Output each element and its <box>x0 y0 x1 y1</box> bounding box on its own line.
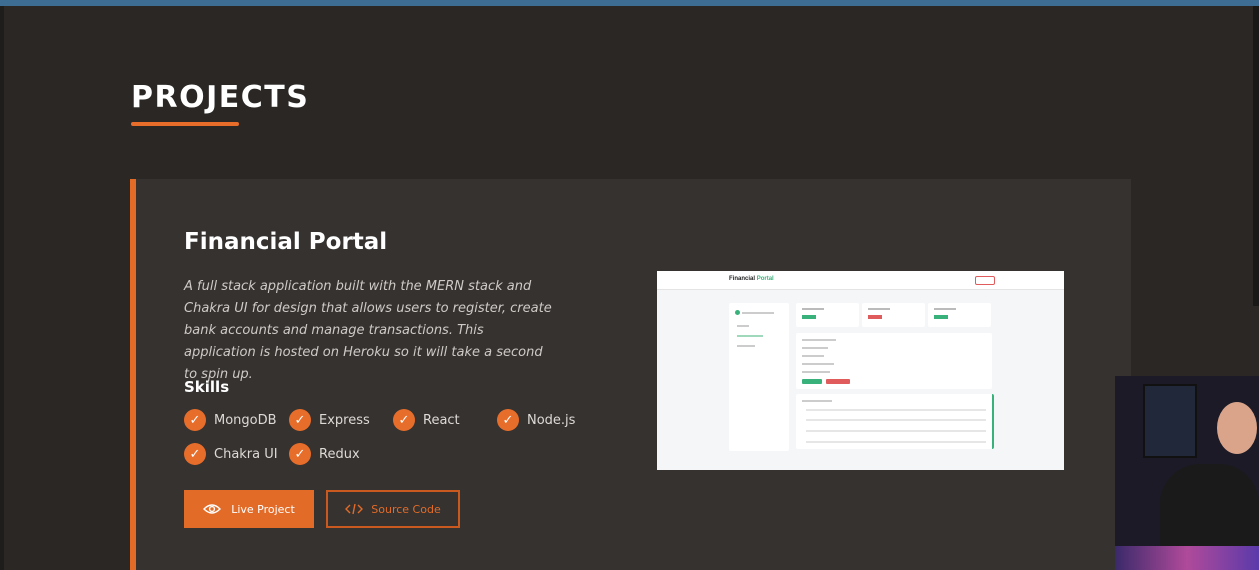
browser-top-bar <box>0 0 1259 6</box>
skill-item-react: ✓ React <box>393 409 460 431</box>
screenshot-transactions-panel <box>796 394 994 449</box>
eye-icon <box>203 504 222 514</box>
skill-label: Node.js <box>527 412 576 428</box>
skill-item-express: ✓ Express <box>289 409 370 431</box>
screenshot-header: Financial Portal <box>657 271 1064 290</box>
project-description: A full stack application built with the … <box>184 279 552 382</box>
screenshot-stat-card <box>862 303 925 327</box>
skill-item-chakra-ui: ✓ Chakra UI <box>184 443 278 465</box>
webcam-lighting <box>1115 546 1259 570</box>
screenshot-brand-first: Financial <box>729 276 756 282</box>
check-icon: ✓ <box>184 443 206 465</box>
screenshot-stat-card <box>928 303 991 327</box>
project-screenshot[interactable]: Financial Portal <box>657 271 1064 470</box>
skill-item-redux: ✓ Redux <box>289 443 360 465</box>
screenshot-sidebar-line <box>742 312 774 314</box>
screenshot-brand: Financial Portal <box>729 276 774 282</box>
section-title-underline <box>131 122 239 126</box>
skill-label: Redux <box>319 446 360 462</box>
screenshot-avatar <box>735 310 740 315</box>
webcam-overlay <box>1115 376 1259 546</box>
screenshot-brand-second: Portal <box>756 276 774 282</box>
source-code-label: Source Code <box>371 502 441 516</box>
webcam-poster <box>1143 384 1197 458</box>
screenshot-sidebar <box>729 303 789 451</box>
screenshot-logout-button <box>975 276 995 285</box>
screenshot-sidebar-line <box>737 325 749 327</box>
webcam-person <box>1160 464 1259 546</box>
source-code-button[interactable]: Source Code <box>326 490 460 528</box>
section-title: PROJECTS <box>131 80 310 115</box>
check-icon: ✓ <box>289 409 311 431</box>
skills-heading: Skills <box>184 378 230 396</box>
skill-label: MongoDB <box>214 412 277 428</box>
check-icon: ✓ <box>497 409 519 431</box>
window-left-edge <box>0 6 4 570</box>
check-icon: ✓ <box>393 409 415 431</box>
code-icon <box>345 503 364 515</box>
skill-item-nodejs: ✓ Node.js <box>497 409 575 431</box>
project-title: Financial Portal <box>184 229 388 255</box>
screenshot-sidebar-line <box>737 335 763 337</box>
check-icon: ✓ <box>184 409 206 431</box>
webcam-person-head <box>1217 402 1257 454</box>
skill-item-mongodb: ✓ MongoDB <box>184 409 277 431</box>
live-project-label: Live Project <box>231 502 295 516</box>
screenshot-account-panel <box>796 333 992 389</box>
skill-label: Express <box>319 412 370 428</box>
screenshot-stat-card <box>796 303 859 327</box>
check-icon: ✓ <box>289 443 311 465</box>
skill-label: React <box>423 412 460 428</box>
screenshot-sidebar-line <box>737 345 755 347</box>
window-right-edge <box>1253 6 1259 306</box>
skill-label: Chakra UI <box>214 446 278 462</box>
live-project-button[interactable]: Live Project <box>184 490 314 528</box>
